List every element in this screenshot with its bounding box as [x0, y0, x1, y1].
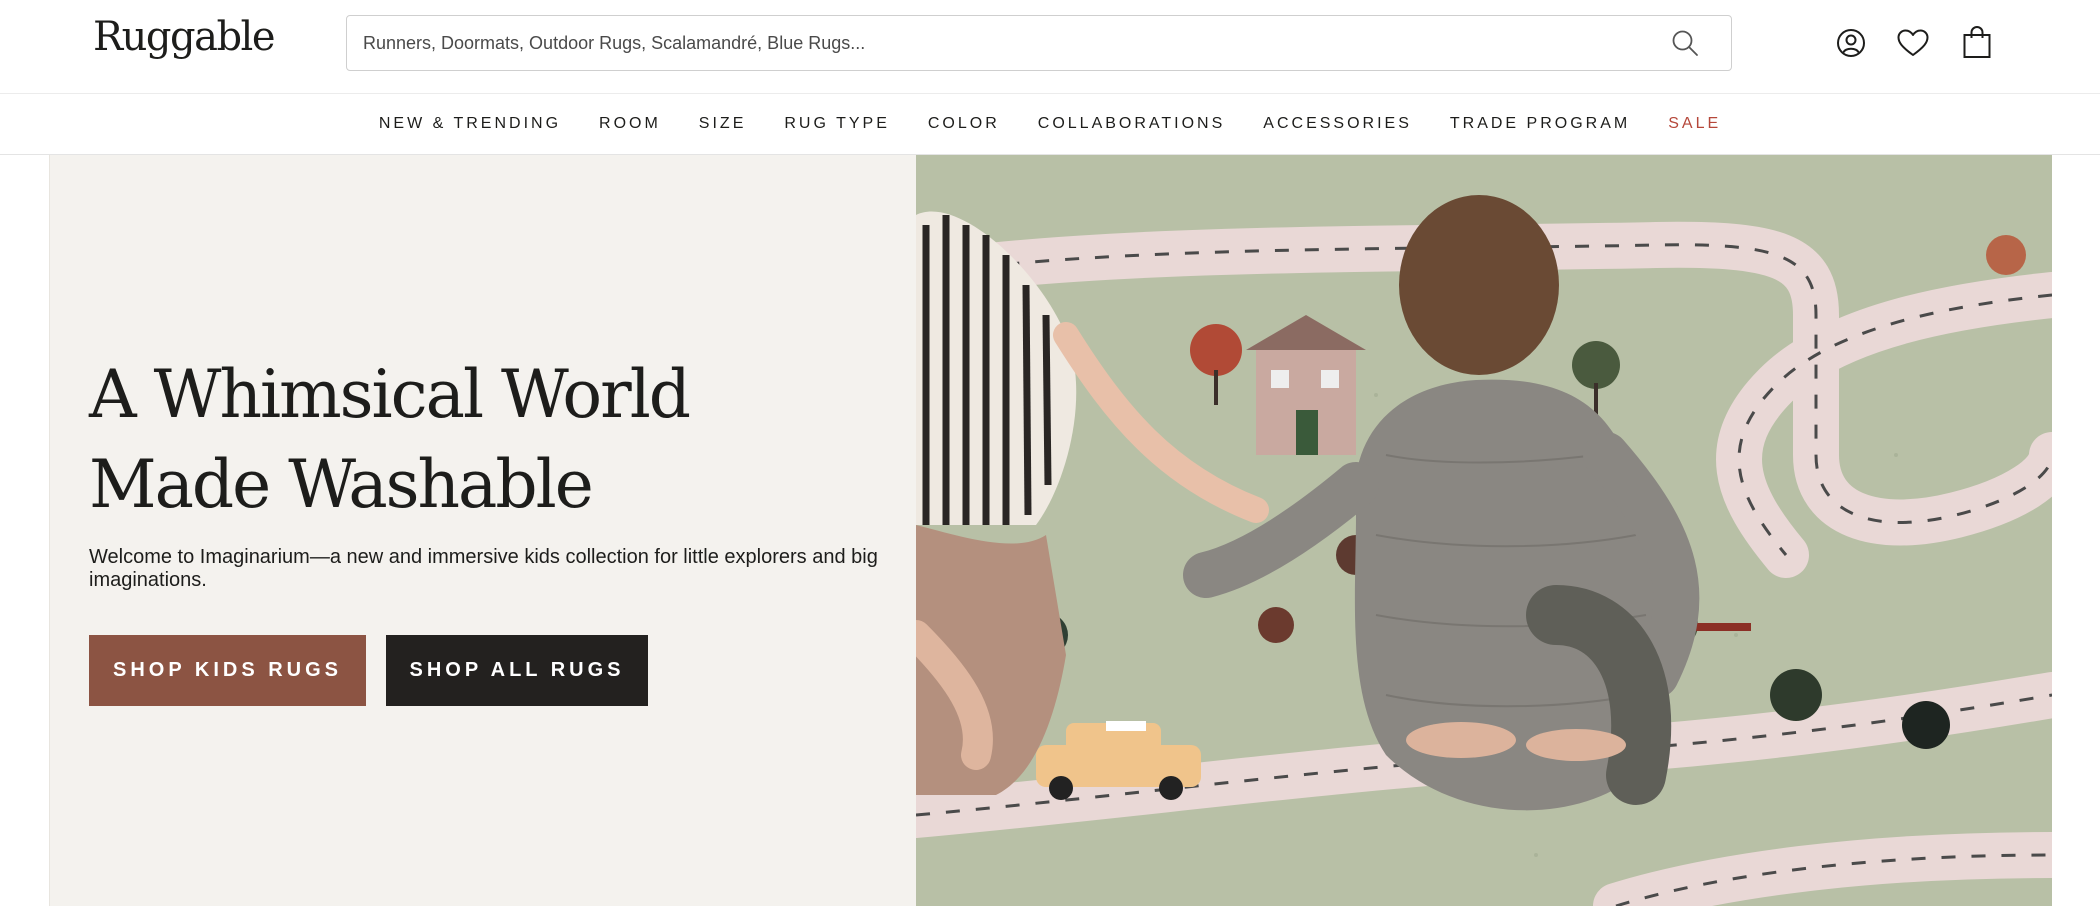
nav-item-collaborations[interactable]: COLLABORATIONS: [1038, 115, 1226, 133]
search-input[interactable]: [363, 16, 1663, 70]
nav-item-size[interactable]: SIZE: [699, 115, 747, 133]
wishlist-heart-icon[interactable]: [1896, 28, 1930, 58]
account-icon[interactable]: [1834, 26, 1868, 60]
hero-subtitle: Welcome to Imaginarium—a new and immersi…: [89, 546, 878, 591]
site-header: Ruggable: [0, 0, 2100, 94]
rug-photo-illustration: [916, 155, 2052, 906]
nav-item-room[interactable]: ROOM: [599, 115, 661, 133]
main-navigation: NEW & TRENDING ROOM SIZE RUG TYPE COLOR …: [0, 94, 2100, 155]
hero-text-section: [0, 155, 916, 906]
nav-item-new-trending[interactable]: NEW & TRENDING: [379, 115, 561, 133]
hero-image-kids-playing-on-rug[interactable]: [916, 155, 2052, 906]
hero-panel-background: [49, 155, 916, 906]
shopping-bag-icon[interactable]: [1962, 25, 1992, 59]
right-page-margin: [2052, 155, 2100, 906]
nav-item-accessories[interactable]: ACCESSORIES: [1263, 115, 1412, 133]
nav-item-sale[interactable]: SALE: [1668, 115, 1721, 133]
search-icon[interactable]: [1671, 29, 1699, 57]
nav-item-trade-program[interactable]: TRADE PROGRAM: [1450, 115, 1630, 133]
ruggable-logo[interactable]: Ruggable: [93, 14, 276, 60]
hero-title-line-2: Made Washable: [89, 446, 594, 523]
hero-title: A Whimsical World Made Washable: [89, 350, 889, 530]
hero-title-line-1: A Whimsical World: [89, 356, 691, 433]
nav-item-rug-type[interactable]: RUG TYPE: [784, 115, 890, 133]
search-bar[interactable]: [346, 15, 1732, 71]
shop-all-rugs-button[interactable]: SHOP ALL RUGS: [386, 635, 648, 706]
shop-kids-rugs-button[interactable]: SHOP KIDS RUGS: [89, 635, 366, 706]
nav-item-color[interactable]: COLOR: [928, 115, 1000, 133]
